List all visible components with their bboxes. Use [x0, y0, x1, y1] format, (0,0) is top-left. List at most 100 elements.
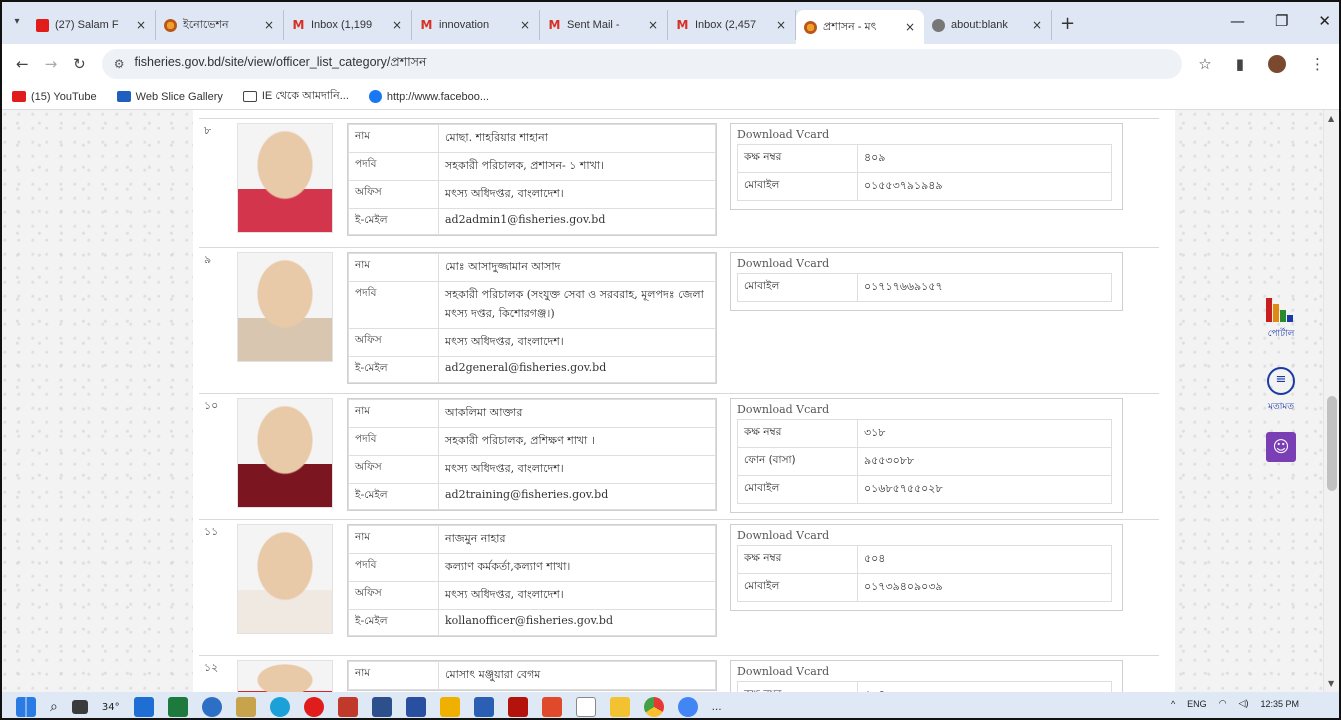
browser-tab[interactable]: ইনোভেশন × [156, 10, 284, 40]
folder-icon [242, 91, 257, 102]
more-apps-icon[interactable]: … [712, 702, 722, 713]
download-vcard-link[interactable]: Download Vcard [737, 403, 1116, 416]
profile-avatar[interactable] [1268, 55, 1286, 73]
minimize-icon[interactable]: — [1230, 12, 1245, 30]
app-icon-2[interactable] [167, 697, 188, 717]
app-icon-1[interactable] [133, 697, 154, 717]
bookmark-star-icon[interactable]: ☆ [1198, 55, 1211, 73]
windows-taskbar: ⌕ 34° … ^ ENG ◠ ◁) 12:35 PM [2, 692, 1339, 718]
browser-tab[interactable]: about:blank × [924, 10, 1052, 40]
app-icon-6[interactable] [337, 697, 358, 717]
bookmark-label: http://www.faceboo... [386, 90, 489, 103]
officer-info-table: নাম মোছা. শাহরিয়ার শাহানা পদবি সহকারী পরিচ… [347, 123, 717, 236]
chrome-profile-icon[interactable] [677, 697, 698, 717]
tab-strip: ▾ (27) Salam F × ইনোভেশন × M Inbox (1,199 × Min… [2, 2, 1339, 44]
browser-tab[interactable]: (27) Salam F × [28, 10, 156, 40]
close-window-icon[interactable]: ✕ [1318, 12, 1331, 30]
app-icon-9[interactable] [439, 697, 460, 717]
app-icon-10[interactable] [541, 697, 562, 717]
search-icon[interactable]: ⌕ [50, 699, 58, 715]
side-panel-icon[interactable]: ▮ [1236, 55, 1244, 73]
browser-tab[interactable]: Minnovation × [412, 10, 540, 40]
officer-office: মৎস্য অধিদপ্তর, বাংলাদেশ। [438, 180, 716, 209]
address-bar[interactable]: ⚙ fisheries.gov.bd/site/view/officer_lis… [101, 49, 1183, 79]
close-tab-icon[interactable]: × [904, 20, 916, 34]
scroll-thumb[interactable] [1327, 396, 1337, 491]
bookmark-item[interactable]: (15) YouTube [12, 91, 97, 103]
officer-email-label: ই-মেইল [348, 483, 439, 510]
officer-email[interactable]: ad2admin1@fisheries.gov.bd [438, 208, 716, 235]
officer-row: ১১ নাম নাজমুন নাহার পদবি কল্যাণ কর্মকর্তা,কল… [199, 519, 1159, 655]
app-icon-7[interactable] [371, 697, 392, 717]
clock[interactable]: 12:35 PM [1260, 699, 1299, 709]
officer-email-label: ই-মেইল [348, 356, 439, 383]
bookmark-item[interactable]: http://www.faceboo... [368, 90, 489, 103]
scroll-up-icon[interactable]: ▲ [1328, 114, 1334, 123]
scroll-down-icon[interactable]: ▼ [1328, 679, 1334, 688]
officer-name-label: নাম [348, 399, 439, 428]
tray-chevron-icon[interactable]: ^ [1171, 699, 1175, 709]
page-scrollbar[interactable]: ▲ ▼ [1323, 110, 1339, 692]
close-tab-icon[interactable]: × [647, 18, 659, 32]
close-tab-icon[interactable]: × [1031, 18, 1043, 32]
portal-label[interactable]: পোর্টাল [1268, 326, 1295, 341]
browser-tab[interactable]: M Sent Mail - × [540, 10, 668, 40]
close-tab-icon[interactable]: × [775, 18, 787, 32]
reload-icon[interactable]: ↻ [73, 55, 86, 73]
menu-kebab-icon[interactable]: ⋮ [1310, 55, 1325, 73]
download-vcard-link[interactable]: Download Vcard [737, 665, 1116, 678]
restore-icon[interactable]: ❐ [1275, 12, 1288, 30]
app-icon-11[interactable] [575, 697, 596, 717]
app-icon-4[interactable] [235, 697, 256, 717]
file-explorer-icon[interactable] [609, 697, 630, 717]
site-settings-icon[interactable]: ⚙ [114, 57, 125, 71]
tab-search-chevron-icon[interactable]: ▾ [10, 16, 24, 30]
browser-window: ▾ (27) Salam F × ইনোভেশন × M Inbox (1,199 × Min… [0, 0, 1341, 720]
browser-tab[interactable]: M Inbox (1,199 × [284, 10, 412, 40]
weather-temp[interactable]: 34° [102, 702, 120, 713]
word-icon[interactable] [473, 697, 494, 717]
gov-site-icon [164, 18, 177, 32]
browser-tab[interactable]: প্রশাসন - মৎ × [796, 10, 924, 44]
feedback-chat-icon[interactable]: ≡ [1267, 367, 1295, 395]
officer-name-label: নাম [348, 525, 439, 554]
volume-icon[interactable]: ◁) [1239, 698, 1249, 709]
language-indicator[interactable]: ENG [1187, 699, 1207, 709]
chrome-icon[interactable] [643, 697, 664, 717]
close-tab-icon[interactable]: × [135, 18, 147, 32]
new-tab-button[interactable]: + [1060, 13, 1075, 34]
task-view-icon[interactable] [71, 700, 88, 714]
app-icon-3[interactable] [201, 697, 222, 717]
app-icon-5[interactable] [269, 697, 290, 717]
close-tab-icon[interactable]: × [263, 18, 275, 32]
system-tray: ^ ENG ◠ ◁) 12:35 PM [1171, 698, 1299, 709]
bookmark-item[interactable]: IE থেকে আমদানি... [242, 87, 349, 106]
wifi-icon[interactable]: ◠ [1219, 698, 1227, 709]
officer-photo [237, 123, 333, 233]
opera-icon[interactable] [303, 697, 324, 717]
serial-number: ৯ [204, 253, 212, 266]
accessibility-icon[interactable]: ☺ [1266, 432, 1296, 462]
back-icon[interactable]: ← [16, 55, 29, 73]
gmail-icon: M [292, 17, 305, 32]
close-tab-icon[interactable]: × [519, 18, 531, 32]
download-vcard-link[interactable]: Download Vcard [737, 529, 1116, 542]
youtube-icon [36, 18, 49, 32]
forward-icon[interactable]: → [45, 55, 58, 73]
portal-graph-icon[interactable] [1266, 298, 1296, 322]
url-text[interactable]: fisheries.gov.bd/site/view/officer_list_… [135, 54, 427, 74]
feedback-label[interactable]: মতামত [1268, 399, 1294, 414]
officer-email[interactable]: ad2general@fisheries.gov.bd [438, 356, 716, 383]
app-icon-8[interactable] [405, 697, 426, 717]
officer-email[interactable]: ad2training@fisheries.gov.bd [438, 483, 716, 510]
contact-label: কক্ষ নম্বর [737, 419, 858, 448]
bookmark-item[interactable]: Web Slice Gallery [116, 91, 223, 103]
officer-email[interactable]: kollanofficer@fisheries.gov.bd [438, 609, 716, 636]
close-tab-icon[interactable]: × [391, 18, 403, 32]
download-vcard-link[interactable]: Download Vcard [737, 128, 1116, 141]
acrobat-icon[interactable] [507, 697, 528, 717]
browser-tab[interactable]: M Inbox (2,457 × [668, 10, 796, 40]
download-vcard-link[interactable]: Download Vcard [737, 257, 1116, 270]
windows-start-icon[interactable] [16, 697, 36, 717]
bookmark-label: (15) YouTube [31, 90, 97, 103]
